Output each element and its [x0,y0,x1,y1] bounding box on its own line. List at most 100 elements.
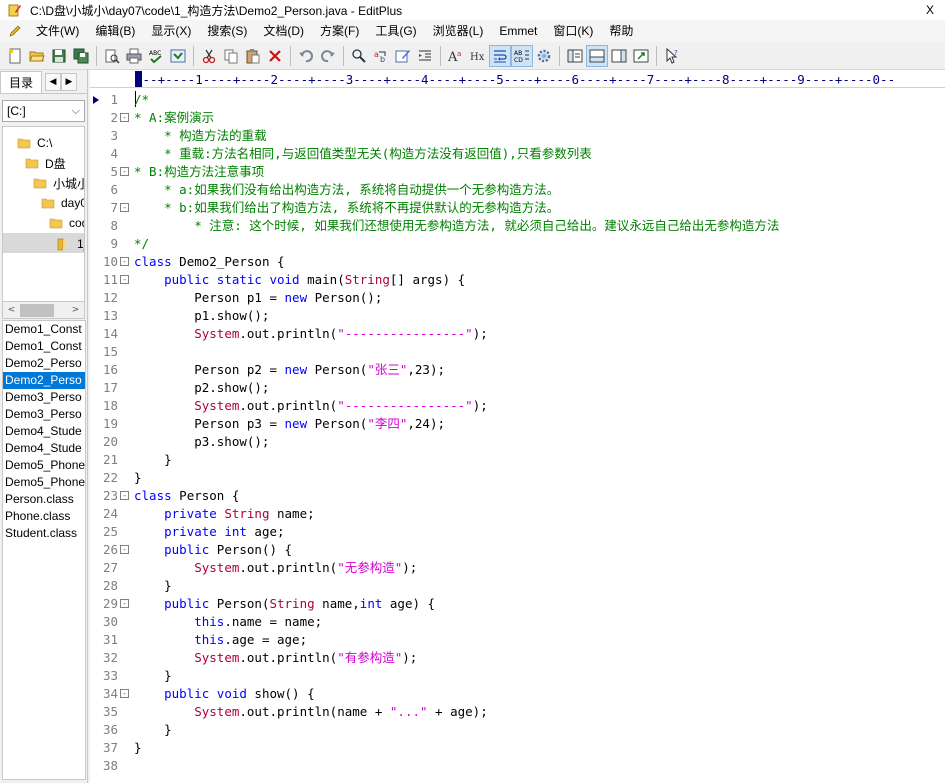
file-list-item[interactable]: Demo4_Stude [3,423,85,440]
file-list-item[interactable]: Demo5_Phone [3,474,85,491]
heading-button[interactable]: Hx [467,45,489,67]
fold-toggle-icon[interactable]: - [120,689,129,698]
code-line: private int age; [134,523,285,541]
font-button[interactable]: Aa [445,45,467,67]
code-token: int [359,596,383,611]
code-token: Person p2 = [134,362,285,377]
code-line: * A:案例演示 [134,109,214,127]
line-number: 16 [102,362,118,377]
tree-folder-item[interactable]: 1_构 [3,233,84,253]
close-window-button[interactable]: X [915,0,945,20]
delete-button[interactable] [264,45,286,67]
print-button[interactable] [123,45,145,67]
save-all-button[interactable] [70,45,92,67]
tree-folder-item[interactable]: code [49,213,84,233]
menu-item[interactable]: 工具(G) [367,20,424,42]
replace-button[interactable]: ab [370,45,392,67]
line-number: 24 [102,506,118,521]
find-button[interactable] [348,45,370,67]
code-token: age; [246,524,285,539]
menu-item[interactable]: 浏览器(L) [425,20,492,42]
code-editor[interactable]: ---+----1----+----2----+----3----+----4-… [90,70,945,783]
copy-button[interactable] [220,45,242,67]
menu-item[interactable]: 搜索(S) [199,20,255,42]
file-list-item[interactable]: Demo2_Perso [3,355,85,372]
code-token: ); [472,326,488,341]
code-token: ,24); [407,416,446,431]
help-pointer-button[interactable]: ? [661,45,683,67]
fold-toggle-icon[interactable]: - [120,545,129,554]
file-list-item[interactable]: Demo3_Perso [3,406,85,423]
code-token: new [284,290,308,305]
redo-button[interactable] [317,45,339,67]
file-list-item[interactable]: Demo3_Perso [3,389,85,406]
cut-button[interactable] [198,45,220,67]
code-token: name; [269,506,315,521]
tab-directory[interactable]: 目录 [0,70,43,93]
menu-item[interactable]: 显示(X) [143,20,199,42]
word-wrap-button[interactable] [489,44,511,67]
scroll-right-icon[interactable]: > [67,303,84,318]
line-number: 15 [102,344,118,359]
folder-icon [33,177,47,189]
spellcheck-button[interactable]: ABC [145,45,167,67]
fullscreen-button[interactable] [630,45,652,67]
new-file-button[interactable] [4,45,26,67]
code-token: System [194,650,240,665]
file-list-item[interactable]: Student.class [3,525,85,542]
menu-item[interactable]: 帮助 [601,20,641,42]
menu-item[interactable]: 窗口(K) [545,20,601,42]
folder-tree-scrollbar[interactable]: < > [2,302,85,319]
menu-item[interactable]: 编辑(B) [87,20,143,42]
indent-button[interactable] [414,45,436,67]
print-preview-button[interactable] [101,45,123,67]
code-token: [] args) { [389,272,466,287]
file-list-item[interactable]: Demo1_Const [3,338,85,355]
line-numbers-button[interactable]: AB CD [511,44,533,67]
cliptext-button[interactable] [608,45,630,67]
directory-window-button[interactable] [564,45,586,67]
fold-toggle-icon[interactable]: - [120,257,129,266]
svg-text:ABC: ABC [149,50,161,57]
save-button[interactable] [48,45,70,67]
fold-toggle-icon[interactable]: - [120,167,129,176]
title-bar: C:\D盘\小城小\day07\code\1_构造方法\Demo2_Person… [0,0,945,20]
output-window-button[interactable] [586,44,608,67]
file-list-item[interactable]: Person.class [3,491,85,508]
edit-button[interactable] [392,45,414,67]
menu-item[interactable]: Emmet [491,20,545,42]
tree-folder-item[interactable]: C:\ [17,133,52,153]
tree-folder-item[interactable]: D盘 [25,153,66,173]
settings-button[interactable] [533,45,555,67]
file-list-item[interactable]: Demo5_Phone [3,457,85,474]
menu-item[interactable]: 文件(W) [28,20,87,42]
undo-button[interactable] [295,45,317,67]
fold-toggle-icon[interactable]: - [120,275,129,284]
line-number: 28 [102,578,118,593]
tab-scroll-right-button[interactable]: ▶ [61,72,78,91]
html-preview-button[interactable] [167,45,189,67]
fold-toggle-icon[interactable]: - [120,599,129,608]
code-area[interactable]: /* * A:案例演示 * 构造方法的重载 * 重载:方法名相同,与返回值类型无关… [134,90,945,783]
tab-scroll-left-button[interactable]: ◀ [45,72,62,91]
tree-folder-item[interactable]: day07 [41,193,84,213]
menu-item[interactable]: 方案(F) [312,20,367,42]
open-file-button[interactable] [26,45,48,67]
fold-toggle-icon[interactable]: - [120,491,129,500]
chevron-left-icon: ◀ [49,76,57,87]
file-list-item[interactable]: Demo2_Perso [3,372,85,389]
file-list-item[interactable]: Demo4_Stude [3,440,85,457]
file-list-item[interactable]: Demo1_Const [3,321,85,338]
file-list-item[interactable]: Phone.class [3,508,85,525]
paste-button[interactable] [242,45,264,67]
drive-select[interactable]: [C:] ⌵ [2,100,85,122]
scroll-left-icon[interactable]: < [3,303,20,318]
tree-folder-item[interactable]: 小城小 [33,173,84,193]
fold-toggle-icon[interactable]: - [120,113,129,122]
menu-item[interactable]: 文档(D) [255,20,312,42]
scrollbar-thumb[interactable] [20,303,54,317]
toolbar-separator [96,45,97,66]
fold-toggle-icon[interactable]: - [120,203,129,212]
